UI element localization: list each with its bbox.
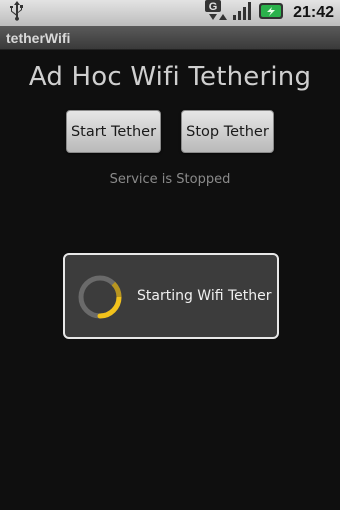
spinner-icon <box>76 273 124 321</box>
title-bar: tetherWifi <box>0 26 340 50</box>
stop-tether-button[interactable]: Stop Tether <box>181 110 274 153</box>
status-right: G 21:42 <box>205 0 334 26</box>
status-left <box>8 0 26 26</box>
progress-dialog: Starting Wifi Tether <box>63 253 279 339</box>
start-tether-button[interactable]: Start Tether <box>66 110 161 153</box>
service-status-text: Service is Stopped <box>109 172 231 187</box>
app-title: tetherWifi <box>6 29 71 46</box>
signal-icon <box>232 1 254 25</box>
progress-message: Starting Wifi Tether <box>137 288 272 304</box>
battery-charging-icon <box>259 2 285 24</box>
page-heading: Ad Hoc Wifi Tethering <box>28 62 312 92</box>
svg-text:G: G <box>209 1 218 13</box>
status-bar: G 21:42 <box>0 0 340 26</box>
usb-icon <box>8 0 26 26</box>
status-time: 21:42 <box>293 4 334 21</box>
network-g-icon: G <box>205 0 228 26</box>
